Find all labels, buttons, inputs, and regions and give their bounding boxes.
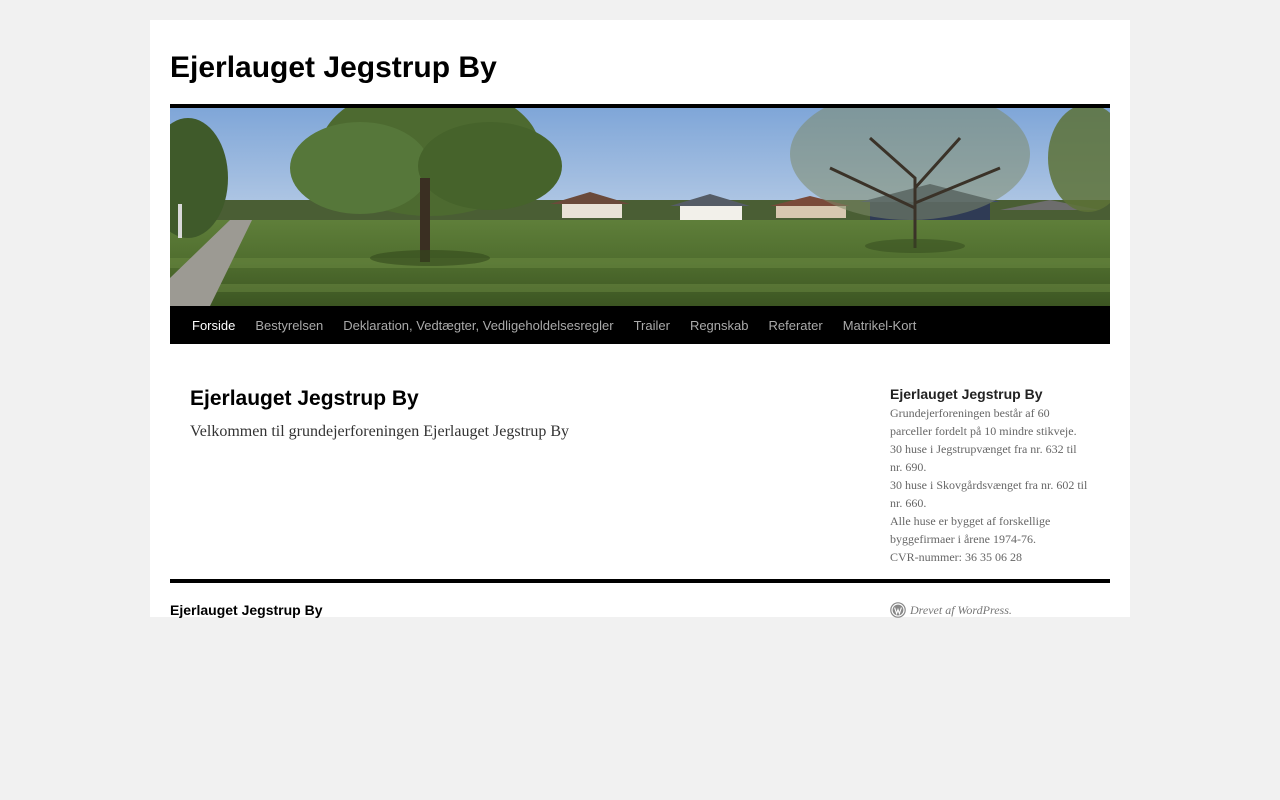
site-title[interactable]: Ejerlauget Jegstrup By <box>170 50 497 86</box>
widget-text-line: 30 huse i Skovgårdsvænget fra nr. 602 ti… <box>890 478 1088 510</box>
nav-link-matrikel-kort[interactable]: Matrikel-Kort <box>833 306 927 345</box>
nav-link-forside[interactable]: Forside <box>182 306 245 345</box>
wordpress-icon <box>890 602 906 618</box>
widget-text-line: 30 huse i Jegstrupvænget fra nr. 632 til… <box>890 442 1077 474</box>
main-content: Ejerlauget Jegstrup By Velkommen til gru… <box>190 384 830 444</box>
welcome-text: Velkommen til grundejerforeningen Ejerla… <box>190 423 570 440</box>
nav-link-deklaration[interactable]: Deklaration, Vedtægter, Vedligeholdelses… <box>333 306 623 345</box>
powered-by-link[interactable]: Drevet af WordPress. <box>890 600 1012 620</box>
page-title: Ejerlauget Jegstrup By <box>190 387 419 410</box>
nav-item-referater: Referater <box>758 306 832 345</box>
widget-title: Ejerlauget Jegstrup By <box>890 386 1043 402</box>
widget-text-line: Alle huse er bygget af forskellige bygge… <box>890 514 1051 546</box>
nav-link-trailer[interactable]: Trailer <box>624 306 680 345</box>
nav-item-regnskab: Regnskab <box>680 306 759 345</box>
nav-link-bestyrelsen[interactable]: Bestyrelsen <box>245 306 333 345</box>
nav-item-deklaration: Deklaration, Vedtægter, Vedligeholdelses… <box>333 306 623 345</box>
nav-item-forside: Forside <box>182 306 245 345</box>
main-navigation: Forside Bestyrelsen Deklaration, Vedtægt… <box>170 306 1110 344</box>
nav-link-referater[interactable]: Referater <box>758 306 832 345</box>
nav-item-bestyrelsen: Bestyrelsen <box>245 306 333 345</box>
header-banner-image <box>170 108 1110 306</box>
nav-item-trailer: Trailer <box>624 306 680 345</box>
page-wrapper: Ejerlauget Jegstrup By Forside Bestyrels… <box>150 20 1130 620</box>
nav-item-matrikel-kort: Matrikel-Kort <box>833 306 927 345</box>
widget-text-line: Grundejerforeningen består af 60 parcell… <box>890 406 1077 438</box>
widget-text-line: CVR-nummer: 36 35 06 28 <box>890 550 1022 564</box>
sidebar-widget: Ejerlauget Jegstrup By Grundejerforening… <box>890 384 1090 566</box>
footer-divider <box>170 579 1110 583</box>
footer-site-title[interactable]: Ejerlauget Jegstrup By <box>170 600 323 620</box>
nav-link-regnskab[interactable]: Regnskab <box>680 306 759 345</box>
powered-by-text: Drevet af WordPress. <box>910 603 1012 617</box>
